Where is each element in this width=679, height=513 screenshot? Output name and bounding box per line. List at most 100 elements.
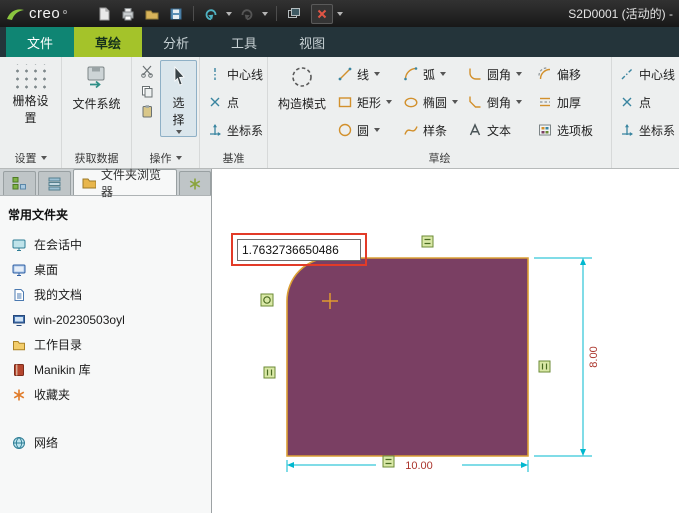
width-dimension-value[interactable]: 10.00: [405, 460, 433, 472]
tangency-constraint-handle[interactable]: [260, 293, 274, 307]
favorites-asterisk-icon: [13, 389, 25, 400]
construction-mode-icon: [289, 64, 315, 93]
tool-ellipse-button[interactable]: 椭圆: [398, 88, 462, 116]
dropdown-caret-icon[interactable]: [452, 100, 459, 104]
height-dimension[interactable]: 8.00: [534, 257, 600, 457]
bottom-handle[interactable]: [382, 455, 395, 468]
folder-item-manikin-library[interactable]: Manikin 库: [0, 357, 211, 382]
centerline-icon: [618, 66, 635, 83]
tool-arc-button[interactable]: 弧: [398, 60, 462, 88]
tool-offset-button[interactable]: 偏移: [532, 60, 602, 88]
chamfer-icon: [466, 94, 483, 111]
dropdown-caret-icon[interactable]: [516, 100, 523, 104]
cut-button[interactable]: [137, 62, 157, 79]
select-caret-icon[interactable]: [176, 130, 182, 134]
right-handle[interactable]: [538, 360, 551, 373]
sketch-canvas[interactable]: 8.00 10.00 1.7632736650486: [212, 169, 679, 513]
model-tree-tab[interactable]: [3, 171, 36, 195]
save-button[interactable]: [165, 4, 187, 24]
thicken-icon: [536, 94, 553, 111]
rectangle-icon: [336, 94, 353, 111]
tool-csys-button[interactable]: 坐标系: [614, 116, 679, 144]
tool-point-button[interactable]: 点: [614, 88, 679, 116]
navigator-tabs: 文件夹浏览器: [0, 168, 211, 199]
settings-menu-button[interactable]: 设置: [0, 148, 61, 168]
height-dimension-value[interactable]: 8.00: [588, 346, 600, 367]
line-icon: [336, 66, 353, 83]
grid-settings-button[interactable]: 栅格设置: [2, 60, 59, 128]
folder-item-favorites[interactable]: 收藏夹: [0, 382, 211, 407]
session-monitor-icon: [12, 239, 26, 251]
palette-icon: [536, 122, 553, 139]
dropdown-caret-icon[interactable]: [440, 72, 447, 76]
folder-item-computer[interactable]: win-20230503oyl: [0, 307, 211, 332]
undo-button[interactable]: [200, 4, 222, 24]
select-button[interactable]: 选择: [160, 60, 197, 137]
copy-button[interactable]: [137, 82, 157, 99]
tool-palette-button[interactable]: 选项板: [532, 116, 602, 144]
network-globe-icon: [13, 436, 25, 449]
folder-browser-panel: 常用文件夹 在会话中 桌面 我的文档 win-20230503oyl 工作目录 …: [0, 196, 211, 513]
tool-thicken-button[interactable]: 加厚: [532, 88, 602, 116]
construction-mode-button[interactable]: 构造模式: [272, 60, 332, 114]
dropdown-caret-icon[interactable]: [516, 72, 523, 76]
offset-icon: [536, 66, 553, 83]
layer-tree-tab[interactable]: [38, 171, 71, 195]
tool-fillet-button[interactable]: 圆角: [462, 60, 532, 88]
new-file-button[interactable]: [93, 4, 115, 24]
layer-tree-icon: [48, 177, 61, 191]
open-file-button[interactable]: [141, 4, 163, 24]
ellipse-icon: [402, 94, 419, 111]
close-window-button[interactable]: [311, 3, 334, 24]
ribbon: 栅格设置 设置 文件系统 获取数据 选择 操作 中心线 点 坐标系 基准 构造模…: [0, 57, 679, 169]
dropdown-caret-icon[interactable]: [374, 72, 381, 76]
datum-point-button[interactable]: 点: [202, 88, 267, 116]
folder-item-network[interactable]: 网络: [0, 430, 211, 455]
file-system-button[interactable]: 文件系统: [66, 60, 126, 114]
folder-item-desktop[interactable]: 桌面: [0, 257, 211, 282]
redo-button[interactable]: [236, 4, 258, 24]
circle-icon: [336, 122, 353, 139]
sketch-section-shape[interactable]: [286, 257, 529, 457]
toolbar-options-caret-icon[interactable]: [337, 11, 344, 16]
width-dimension[interactable]: 10.00: [286, 460, 529, 472]
folder-item-my-documents[interactable]: 我的文档: [0, 282, 211, 307]
paste-button[interactable]: [137, 102, 157, 119]
undo-caret-icon[interactable]: [226, 11, 233, 16]
tab-sketch[interactable]: 草绘: [74, 27, 143, 57]
tab-tools[interactable]: 工具: [210, 27, 278, 57]
common-folders-header: 常用文件夹: [8, 208, 69, 222]
dimension-edit-input[interactable]: 1.7632736650486: [237, 239, 361, 261]
tool-line-button[interactable]: 线: [332, 60, 398, 88]
top-handle[interactable]: [421, 235, 434, 248]
point-icon: [206, 94, 223, 111]
tab-analysis[interactable]: 分析: [142, 27, 210, 57]
redo-caret-icon[interactable]: [262, 11, 269, 16]
tool-text-button[interactable]: 文本: [462, 116, 532, 144]
left-handle[interactable]: [263, 366, 276, 379]
tab-view[interactable]: 视图: [278, 27, 346, 57]
print-button[interactable]: [117, 4, 139, 24]
fillet-icon: [466, 66, 483, 83]
tool-spline-button[interactable]: 样条: [398, 116, 462, 144]
ribbon-group-grid: 栅格设置 设置: [0, 57, 62, 168]
dropdown-caret-icon[interactable]: [374, 128, 381, 132]
window-switch-button[interactable]: [283, 4, 305, 24]
tool-centerline-button[interactable]: 中心线: [614, 60, 679, 88]
centerline-icon: [206, 66, 223, 83]
documents-icon: [14, 288, 24, 301]
tab-file[interactable]: 文件: [6, 27, 75, 57]
folder-item-in-session[interactable]: 在会话中: [0, 232, 211, 257]
tool-rectangle-button[interactable]: 矩形: [332, 88, 398, 116]
folder-item-working-directory[interactable]: 工作目录: [0, 332, 211, 357]
desktop-icon: [12, 264, 26, 276]
navigator-panel: 文件夹浏览器 常用文件夹 在会话中 桌面 我的文档 win-20230503oy…: [0, 168, 212, 513]
datum-centerline-button[interactable]: 中心线: [202, 60, 267, 88]
coordinate-system-icon: [206, 122, 223, 139]
tool-chamfer-button[interactable]: 倒角: [462, 88, 532, 116]
favorites-tab[interactable]: [179, 171, 211, 195]
dropdown-caret-icon[interactable]: [386, 100, 393, 104]
folder-browser-tab[interactable]: 文件夹浏览器: [73, 168, 177, 199]
datum-csys-button[interactable]: 坐标系: [202, 116, 267, 144]
tool-circle-button[interactable]: 圆: [332, 116, 398, 144]
